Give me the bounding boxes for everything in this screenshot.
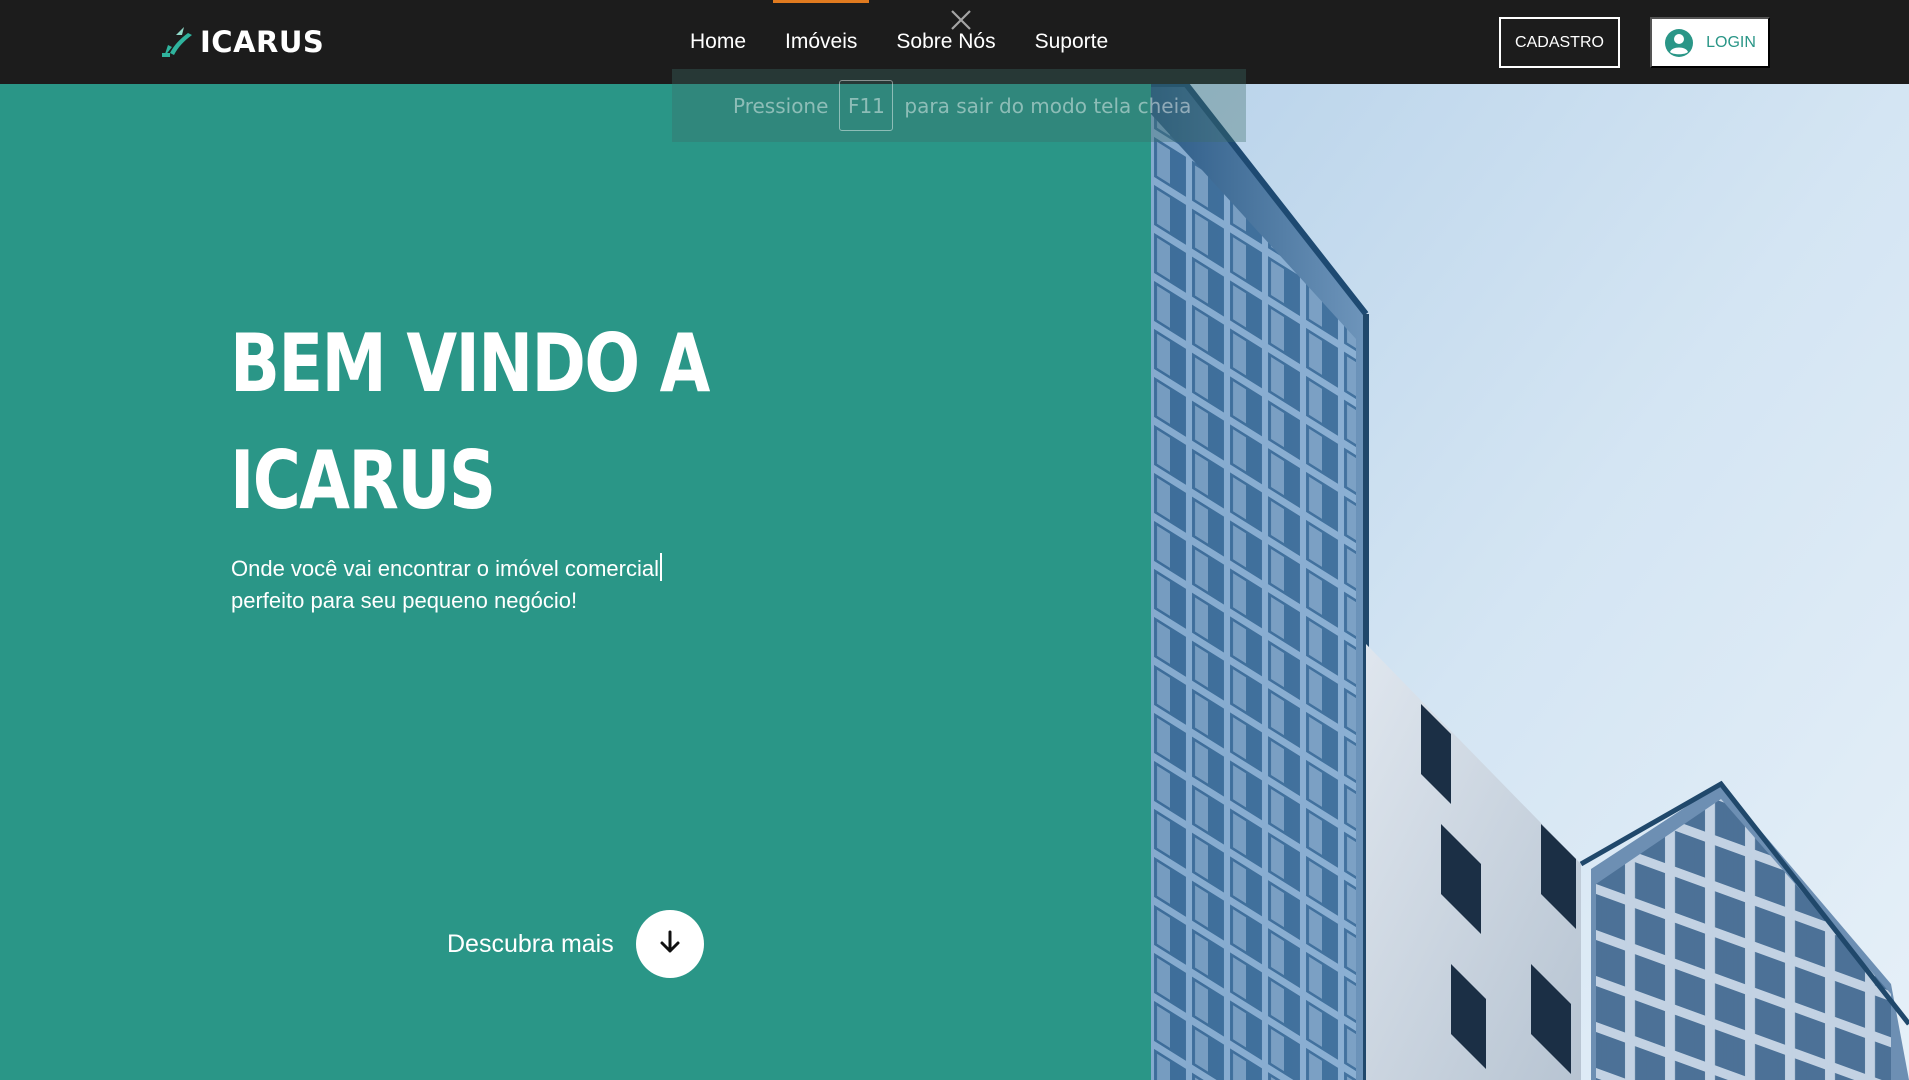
login-button[interactable]: LOGIN — [1650, 17, 1770, 68]
fullscreen-notice-prefix: Pressione — [733, 93, 829, 118]
arrow-down-icon — [657, 929, 683, 959]
user-circle-icon — [1664, 28, 1694, 58]
hero-title: BEM VINDO A ICARUS — [230, 305, 755, 539]
discover-more-label: Descubra mais — [447, 929, 614, 958]
fullscreen-notice-suffix: para sair do modo tela cheia — [904, 93, 1192, 118]
close-icon[interactable] — [926, 0, 996, 40]
fullscreen-notice: Pressione F11 para sair do modo tela che… — [672, 69, 1246, 142]
brand-name: ICARUS — [200, 25, 325, 59]
login-label: LOGIN — [1706, 33, 1756, 51]
text-caret — [659, 553, 662, 581]
hero-subtitle: Onde você vai encontrar o imóvel comerci… — [231, 553, 691, 617]
discover-more-button[interactable] — [635, 910, 704, 978]
brand-logo[interactable]: ICARUS — [158, 22, 324, 62]
cadastro-button[interactable]: CADASTRO — [1499, 17, 1620, 68]
hero-building-image — [1151, 84, 1909, 1080]
hero-subtitle-line-1: Onde você vai encontrar o imóvel comerci… — [231, 556, 659, 581]
hero-title-line-2: ICARUS — [230, 434, 496, 527]
fullscreen-key-badge: F11 — [839, 80, 894, 131]
icarus-logo-icon — [158, 23, 196, 61]
discover-more-link[interactable]: Descubra mais — [447, 909, 704, 979]
hero-subtitle-line-2: perfeito para seu pequeno negócio! — [231, 588, 578, 613]
hero-title-line-1: BEM VINDO A — [230, 317, 710, 410]
